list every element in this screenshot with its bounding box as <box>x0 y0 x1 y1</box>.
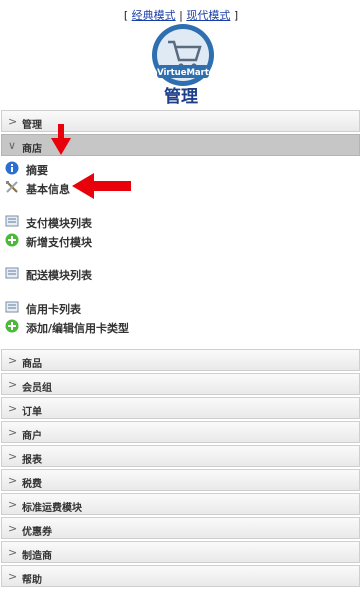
chevron-down-icon: ∨ <box>8 139 17 152</box>
section-groups-label: 会员组 <box>22 383 52 394</box>
info-icon <box>5 161 19 175</box>
section-coupons[interactable]: > 优惠券 <box>1 517 360 539</box>
section-help-label: 帮助 <box>22 575 42 586</box>
section-orders[interactable]: > 订单 <box>1 397 360 419</box>
store-item-add-payment-label: 新增支付模块 <box>26 236 92 249</box>
virtuemart-logo: VirtueMart <box>152 24 214 86</box>
list-icon <box>5 215 19 227</box>
section-tax[interactable]: > 税费 <box>1 469 360 491</box>
mode-switch: [ 经典模式 | 现代模式 ] <box>0 7 362 23</box>
section-shipping-label: 标准运费模块 <box>22 503 82 514</box>
section-admin-label: 管理 <box>22 120 42 131</box>
chevron-right-icon: > <box>8 522 18 535</box>
store-item-credit-list-label: 信用卡列表 <box>26 303 81 316</box>
list-icon <box>5 267 19 279</box>
section-groups[interactable]: > 会员组 <box>1 373 360 395</box>
mode-separator: | <box>179 9 183 22</box>
section-reports-label: 报表 <box>22 455 42 466</box>
left-arrow-annotation-icon <box>72 173 131 199</box>
plus-icon <box>5 319 19 333</box>
section-orders-label: 订单 <box>22 407 42 418</box>
classic-mode-link[interactable]: 经典模式 <box>132 9 176 22</box>
section-shipping[interactable]: > 标准运费模块 <box>1 493 360 515</box>
section-manufacturers-label: 制造商 <box>22 551 52 562</box>
store-item-basic-info-label: 基本信息 <box>26 183 70 196</box>
page-title: 管理 <box>164 87 198 107</box>
chevron-right-icon: > <box>8 546 18 559</box>
chevron-right-icon: > <box>8 402 18 415</box>
down-arrow-annotation-icon <box>51 124 71 155</box>
mode-bracket-open: [ <box>123 9 129 22</box>
section-reports[interactable]: > 报表 <box>1 445 360 467</box>
modern-mode-link[interactable]: 现代模式 <box>186 9 230 22</box>
section-help[interactable]: > 帮助 <box>1 565 360 587</box>
list-icon <box>5 301 19 313</box>
plus-icon <box>5 233 19 247</box>
chevron-right-icon: > <box>8 570 18 583</box>
store-item-payment-list-label: 支付模块列表 <box>26 217 92 230</box>
chevron-right-icon: > <box>8 474 18 487</box>
section-manufacturers[interactable]: > 制造商 <box>1 541 360 563</box>
section-products-label: 商品 <box>22 359 42 370</box>
section-products[interactable]: > 商品 <box>1 349 360 371</box>
chevron-right-icon: > <box>8 115 18 128</box>
section-coupons-label: 优惠券 <box>22 527 52 538</box>
section-vendors-label: 商户 <box>22 431 42 442</box>
chevron-right-icon: > <box>8 498 18 511</box>
store-item-add-credit-label: 添加/编辑信用卡类型 <box>26 322 130 335</box>
chevron-right-icon: > <box>8 426 18 439</box>
chevron-right-icon: > <box>8 450 18 463</box>
chevron-right-icon: > <box>8 378 18 391</box>
store-item-summary-label: 摘要 <box>26 164 48 177</box>
header: [ 经典模式 | 现代模式 ] VirtueMart 管理 <box>0 0 362 110</box>
section-tax-label: 税费 <box>22 479 42 490</box>
section-store-label: 商店 <box>22 144 42 155</box>
section-vendors[interactable]: > 商户 <box>1 421 360 443</box>
store-item-shipping-list-label: 配送模块列表 <box>26 269 92 282</box>
tools-icon <box>6 181 18 193</box>
mode-bracket-close: ] <box>233 9 239 22</box>
svg-text:VirtueMart: VirtueMart <box>157 68 209 78</box>
chevron-right-icon: > <box>8 354 18 367</box>
